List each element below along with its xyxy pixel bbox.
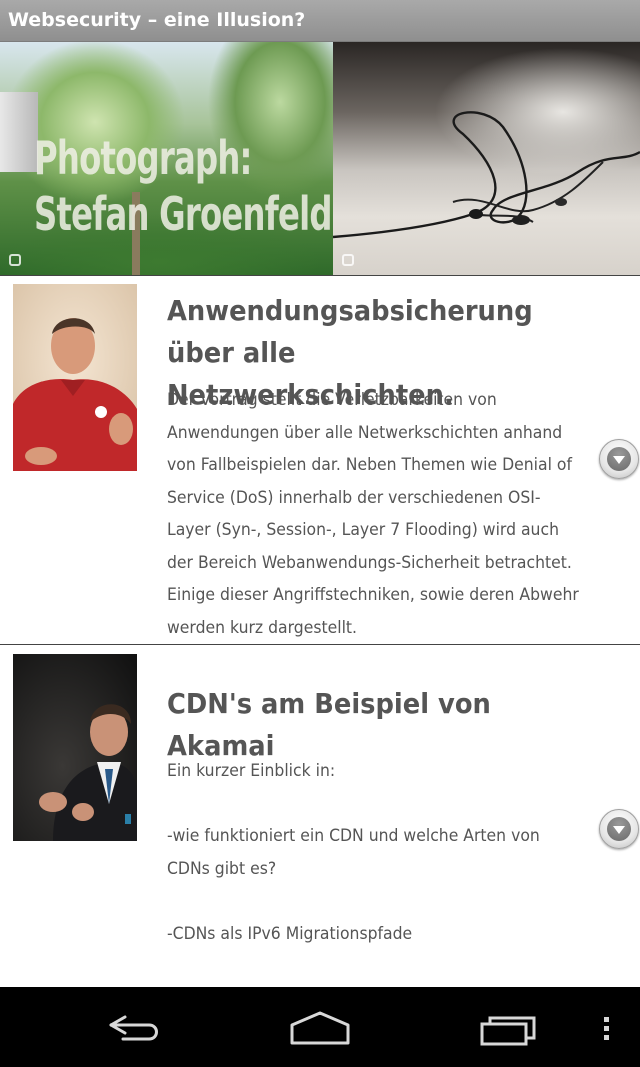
recent-apps-button[interactable] [450, 987, 570, 1067]
system-navigation-bar [0, 987, 640, 1067]
action-bar: Websecurity – eine Illusion? [0, 0, 640, 42]
talk-description: Der Vortrag stellt die Verletzbarkeiten … [167, 390, 579, 638]
trees-photo: Photograph: Stefan Groenfeld [0, 42, 333, 275]
gallery-icon [342, 254, 354, 266]
expand-button[interactable] [599, 439, 639, 479]
home-icon [290, 1011, 350, 1045]
photo-credit: Photograph: Stefan Groenfeld [34, 130, 332, 242]
cable-illustration [333, 111, 640, 239]
recent-apps-icon [480, 1016, 536, 1046]
photo-credit-line1: Photograph: [34, 131, 252, 185]
chevron-down-icon [613, 456, 625, 464]
overflow-menu-icon [604, 1017, 609, 1040]
talk-item[interactable]: CDN's am Beispiel von Akamai Ein kurzer … [0, 645, 640, 987]
gallery-icon [9, 254, 21, 266]
overflow-menu-button[interactable] [580, 987, 630, 1067]
speaker-photo [13, 284, 137, 471]
photo-credit-line2: Stefan Groenfeld [34, 187, 332, 241]
back-button[interactable] [73, 987, 193, 1067]
back-icon [109, 1015, 158, 1041]
talk-item[interactable]: Anwendungsabsicherung über alle Netzwerk… [0, 276, 640, 644]
cables-photo [333, 42, 640, 275]
expand-button[interactable] [599, 809, 639, 849]
home-button[interactable] [260, 987, 380, 1067]
chevron-down-icon [613, 826, 625, 834]
app-title: Websecurity – eine Illusion? [8, 9, 306, 31]
talk-description: Ein kurzer Einblick in: -wie funktionier… [167, 761, 540, 944]
header-banner: Photograph: Stefan Groenfeld [0, 42, 640, 275]
speaker-photo [13, 654, 137, 841]
